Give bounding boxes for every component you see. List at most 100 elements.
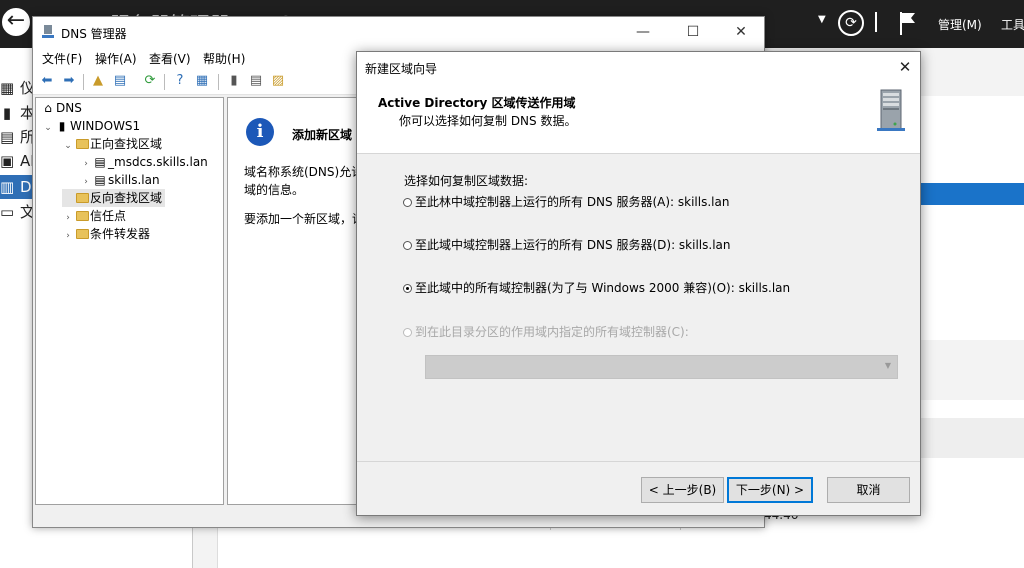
tree-item-conditional-forwarders[interactable]: › 条件转发器 bbox=[62, 225, 150, 243]
tree-item-label: 条件转发器 bbox=[90, 227, 151, 241]
wizard-titlebar: 新建区域向导 ✕ bbox=[357, 52, 920, 82]
forward-icon[interactable]: ➡ bbox=[60, 72, 78, 90]
chevron-down-icon[interactable]: ▼ bbox=[818, 14, 826, 25]
radio-label: 至此林中域控制器上运行的所有 DNS 服务器(A): skills.lan bbox=[415, 195, 730, 209]
help-icon[interactable]: ? bbox=[171, 72, 189, 90]
wizard-footer: < 上一步(B) 下一步(N) > 取消 bbox=[357, 461, 920, 515]
dns-window-title: DNS 管理器 bbox=[61, 27, 127, 41]
radio-domain-dns-servers[interactable]: 至此域中域控制器上运行的所有 DNS 服务器(D): skills.lan bbox=[403, 236, 731, 253]
file-icon: ▭ bbox=[0, 203, 15, 221]
tree-item-label: 正向查找区域 bbox=[90, 137, 163, 151]
folder-icon bbox=[74, 135, 90, 153]
tools-menu[interactable]: 工具 bbox=[1001, 16, 1024, 33]
folder-icon bbox=[74, 207, 90, 225]
sidebar-item-label: D bbox=[20, 178, 32, 196]
tree-item-label: 信任点 bbox=[90, 209, 127, 223]
tree-item-server[interactable]: ⌄ ▮ WINDOWS1 bbox=[42, 117, 140, 135]
back-icon[interactable]: ⬅ bbox=[38, 72, 56, 90]
new-zone-icon[interactable]: ▨ bbox=[269, 72, 287, 90]
radio-directory-partition[interactable]: 到在此目录分区的作用域内指定的所有域控制器(C): bbox=[403, 323, 689, 340]
chevron-down-icon: ▼ bbox=[884, 361, 891, 370]
tree-item-label: WINDOWS1 bbox=[70, 119, 141, 133]
description-text: 域名称系统(DNS)允许 bbox=[244, 165, 364, 179]
replication-prompt: 选择如何复制区域数据: bbox=[404, 174, 529, 188]
description-text: 域的信息。 bbox=[244, 183, 305, 197]
toolbar-divider bbox=[875, 12, 877, 32]
dns-icon: ▥ bbox=[0, 178, 15, 196]
menu-help[interactable]: 帮助(H) bbox=[203, 50, 245, 67]
tree-item-forward-zones[interactable]: ⌄ 正向查找区域 bbox=[62, 135, 162, 153]
maximize-button[interactable]: ☐ bbox=[670, 19, 716, 45]
add-zone-title: 添加新区域 bbox=[292, 128, 353, 142]
show-tree-icon[interactable]: ▤ bbox=[111, 72, 129, 90]
tree-item-dns[interactable]: ⌂ DNS bbox=[40, 99, 82, 117]
close-button[interactable]: ✕ bbox=[718, 19, 764, 45]
manage-menu[interactable]: 管理(M) bbox=[938, 16, 982, 33]
content-section bbox=[920, 340, 1024, 400]
menu-file[interactable]: 文件(F) bbox=[42, 50, 82, 67]
back-arrow-icon[interactable]: ← bbox=[0, 6, 32, 38]
list-icon[interactable]: ▤ bbox=[247, 72, 265, 90]
zone-file-icon: ▤ bbox=[94, 155, 106, 169]
up-folder-icon[interactable]: ▲ bbox=[89, 72, 107, 90]
content-section bbox=[920, 418, 1024, 458]
wizard-title: 新建区域向导 bbox=[365, 62, 438, 76]
radio-button[interactable] bbox=[403, 198, 412, 207]
collapse-chevron-icon[interactable]: ⌄ bbox=[42, 119, 54, 137]
dns-window-titlebar: DNS 管理器 — ☐ ✕ bbox=[33, 17, 764, 47]
next-button[interactable]: 下一步(N) > bbox=[727, 477, 813, 503]
directory-partition-combobox[interactable]: ▼ bbox=[425, 355, 898, 379]
menu-view[interactable]: 查看(V) bbox=[149, 50, 191, 67]
directory-icon: ▣ bbox=[0, 152, 15, 170]
wizard-heading: Active Directory 区域传送作用域 bbox=[378, 96, 576, 110]
server-icon: ▮ bbox=[2, 104, 12, 122]
new-zone-wizard-dialog: 新建区域向导 ✕ Active Directory 区域传送作用域 你可以选择如… bbox=[356, 51, 921, 516]
close-button[interactable]: ✕ bbox=[893, 56, 917, 78]
tree-item-zone-skills[interactable]: › ▤ skills.lan bbox=[80, 171, 160, 189]
wizard-subheading: 你可以选择如何复制 DNS 数据。 bbox=[399, 114, 577, 128]
zone-file-icon: ▤ bbox=[94, 173, 106, 187]
folder-icon bbox=[74, 189, 90, 207]
info-icon: i bbox=[246, 118, 274, 146]
dns-app-icon bbox=[41, 24, 55, 44]
refresh-icon[interactable]: ⟳ bbox=[141, 72, 159, 90]
server-tower-icon bbox=[877, 89, 905, 131]
cancel-button[interactable]: 取消 bbox=[827, 477, 910, 503]
wizard-body: 选择如何复制区域数据: 至此林中域控制器上运行的所有 DNS 服务器(A): s… bbox=[357, 155, 920, 461]
radio-label: 至此域中的所有域控制器(为了与 Windows 2000 兼容)(O): ski… bbox=[415, 281, 791, 295]
collapse-chevron-icon[interactable]: ⌄ bbox=[62, 137, 74, 155]
toolbar-separator bbox=[164, 74, 165, 90]
tree-item-reverse-zones[interactable]: 反向查找区域 bbox=[62, 189, 166, 207]
dns-tree-pane: ⌂ DNS ⌄ ▮ WINDOWS1 ⌄ 正向查找区域 › ▤ _msdcs.skills.… bbox=[35, 97, 224, 505]
menu-action[interactable]: 操作(A) bbox=[95, 50, 137, 67]
server-icon: ▮ bbox=[58, 119, 66, 133]
tree-item-label: _msdcs.skills.lan bbox=[108, 155, 208, 169]
radio-label: 到在此目录分区的作用域内指定的所有域控制器(C): bbox=[415, 325, 689, 339]
radio-button-selected[interactable] bbox=[403, 284, 412, 293]
selected-row[interactable] bbox=[920, 183, 1024, 205]
radio-forest-dns-servers[interactable]: 至此林中域控制器上运行的所有 DNS 服务器(A): skills.lan bbox=[403, 193, 729, 210]
notification-flag-icon[interactable] bbox=[898, 10, 918, 36]
dashboard-icon: ▦ bbox=[0, 79, 15, 97]
tree-item-zone-msdcs[interactable]: › ▤ _msdcs.skills.lan bbox=[80, 153, 208, 171]
tree-item-label: skills.lan bbox=[108, 173, 160, 187]
properties-icon[interactable]: ▦ bbox=[193, 72, 211, 90]
tree-item-trust-points[interactable]: › 信任点 bbox=[62, 207, 126, 225]
radio-domain-controllers-win2000[interactable]: 至此域中的所有域控制器(为了与 Windows 2000 兼容)(O): ski… bbox=[403, 279, 790, 296]
toolbar-separator bbox=[83, 74, 84, 90]
instruction-text: 要添加一个新区域，请 bbox=[244, 212, 364, 226]
refresh-icon[interactable]: ⟳ bbox=[838, 10, 864, 36]
servers-icon: ▤ bbox=[0, 128, 15, 146]
toolbar-separator bbox=[218, 74, 219, 90]
minimize-button[interactable]: — bbox=[620, 19, 666, 45]
wizard-header: Active Directory 区域传送作用域 你可以选择如何复制 DNS 数… bbox=[357, 82, 920, 154]
content-row bbox=[920, 150, 1024, 178]
dns-icon: ⌂ bbox=[44, 101, 52, 115]
tree-item-label: 反向查找区域 bbox=[90, 191, 163, 205]
server-icon[interactable]: ▮ bbox=[225, 72, 243, 90]
radio-button[interactable] bbox=[403, 241, 412, 250]
back-button[interactable]: < 上一步(B) bbox=[641, 477, 724, 503]
radio-button-disabled[interactable] bbox=[403, 328, 412, 337]
expand-chevron-icon[interactable]: › bbox=[62, 227, 74, 245]
tree-item-label: DNS bbox=[56, 101, 82, 115]
